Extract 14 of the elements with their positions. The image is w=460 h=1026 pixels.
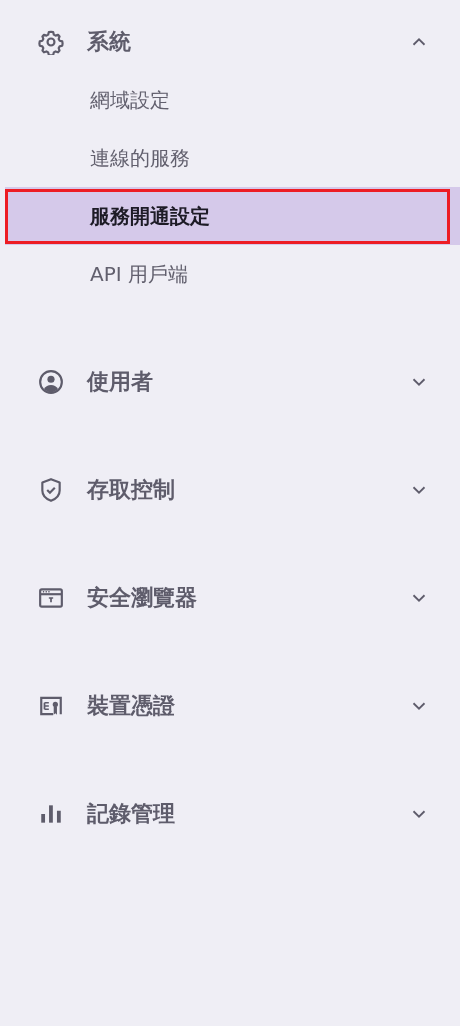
shield-check-icon xyxy=(38,477,64,503)
sidebar-item[interactable]: API 用戶端 xyxy=(0,245,460,303)
sidebar-item[interactable]: 網域設定 xyxy=(0,71,460,129)
section-title[interactable]: 使用者 xyxy=(87,367,408,397)
section-title[interactable]: 裝置憑證 xyxy=(87,691,408,721)
section-title[interactable]: 存取控制 xyxy=(87,475,408,505)
section-title[interactable]: 系統 xyxy=(87,27,408,57)
gear-icon xyxy=(38,29,64,55)
browser-window-icon xyxy=(38,585,64,611)
sidebar-item[interactable]: 連線的服務 xyxy=(0,129,460,187)
section-title[interactable]: 記錄管理 xyxy=(87,799,408,829)
section-title[interactable]: 安全瀏覽器 xyxy=(87,583,408,613)
user-icon xyxy=(38,369,64,395)
sidebar-item[interactable]: 服務開通設定 xyxy=(5,187,460,245)
